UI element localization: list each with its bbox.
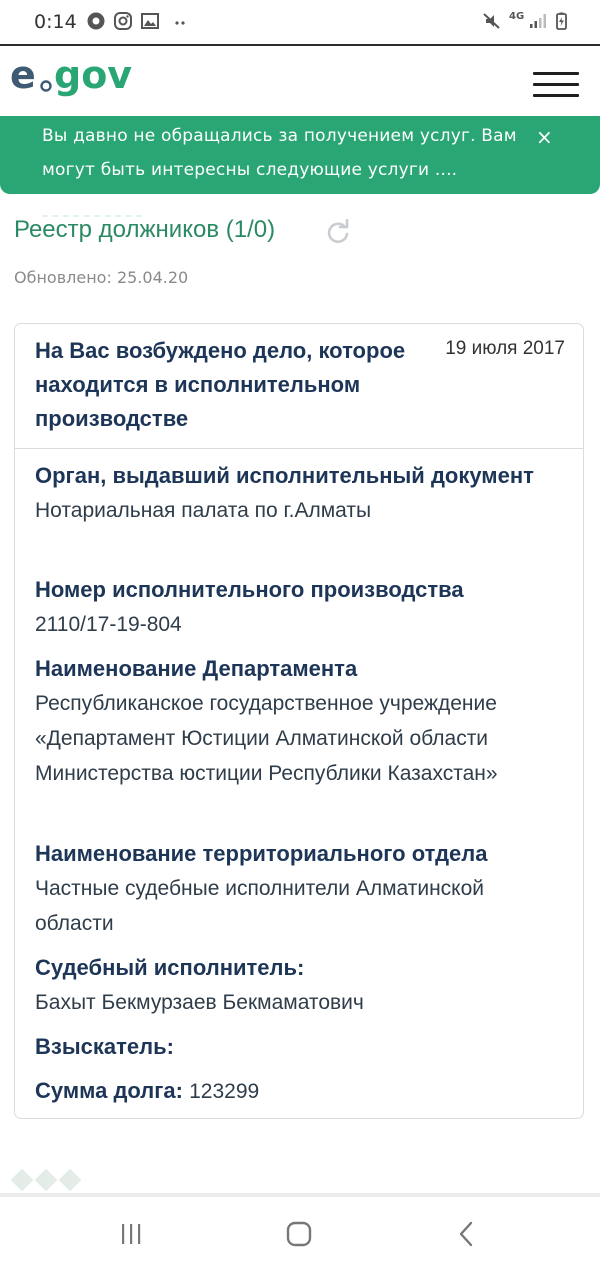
banner-text: Вы давно не обращались за получением усл…: [42, 126, 517, 180]
gallery-icon: [141, 13, 159, 29]
card-date: 19 июля 2017: [445, 338, 565, 359]
field-value: 123299: [189, 1080, 260, 1103]
system-nav-bar: [0, 1193, 600, 1269]
registry-title: Реестр должников (1/0): [14, 216, 276, 243]
field-issuing-authority: Орган, выдавший исполнительный документ …: [35, 459, 565, 528]
card-title: На Вас возбуждено дело, которое находитс…: [35, 338, 406, 431]
home-icon[interactable]: [284, 1219, 314, 1249]
status-bar: 0:14 4G: [0, 0, 600, 44]
field-value: Нотариальная палата по г.Алматы: [35, 499, 372, 522]
field-value: 2110/17-19-804: [35, 613, 182, 636]
status-time: 0:14: [34, 11, 77, 33]
close-icon[interactable]: ×: [536, 120, 553, 154]
back-icon[interactable]: [452, 1219, 482, 1249]
field-label: Взыскатель:: [35, 1034, 174, 1059]
field-label: Сумма долга:: [35, 1078, 183, 1103]
card-header: На Вас возбуждено дело, которое находитс…: [15, 324, 583, 449]
recent-apps-icon[interactable]: [116, 1219, 146, 1249]
field-claimant: Взыскатель:: [35, 1030, 565, 1065]
field-label: Орган, выдавший исполнительный документ: [35, 463, 534, 488]
field-department: Наименование Департамента Республиканско…: [35, 652, 565, 791]
refresh-icon[interactable]: [325, 219, 351, 245]
mute-icon: [483, 13, 500, 29]
network-type: 4G: [509, 11, 525, 22]
field-label: Номер исполнительного производства: [35, 577, 464, 602]
instagram-icon: [114, 12, 132, 30]
field-debt-amount: Сумма долга: 123299: [35, 1074, 565, 1109]
chrome-icon: [87, 12, 105, 30]
svg-text:gov: gov: [54, 54, 132, 97]
egov-logo[interactable]: e gov: [10, 54, 150, 104]
field-proceeding-number: Номер исполнительного производства 2110/…: [35, 573, 565, 642]
field-bailiff: Судебный исполнитель: Бахыт Бекмурзаев Б…: [35, 951, 565, 1020]
hamburger-icon[interactable]: [533, 72, 579, 98]
field-value: Республиканское государственное учрежден…: [35, 692, 498, 785]
app-header: e gov: [0, 44, 600, 118]
field-label: Наименование территориального отдела: [35, 841, 488, 866]
debt-card: На Вас возбуждено дело, которое находитс…: [14, 323, 584, 1119]
updated-date: Обновлено: 25.04.20: [14, 268, 189, 287]
banner-more-link[interactable]: Подробнее: [42, 194, 143, 217]
field-value: Частные судебные исполнители Алматинской…: [35, 877, 485, 935]
field-label: Наименование Департамента: [35, 656, 358, 681]
battery-icon: [556, 12, 567, 30]
notification-banner: Вы давно не обращались за получением усл…: [0, 116, 600, 217]
svg-text:e: e: [10, 54, 36, 97]
field-label: Судебный исполнитель:: [35, 955, 305, 980]
signal-icon: [530, 14, 546, 28]
field-value: Бахыт Бекмурзаев Бекмаматович: [35, 991, 364, 1014]
more-icon: [175, 21, 185, 25]
field-territorial-office: Наименование территориального отдела Час…: [35, 837, 565, 941]
